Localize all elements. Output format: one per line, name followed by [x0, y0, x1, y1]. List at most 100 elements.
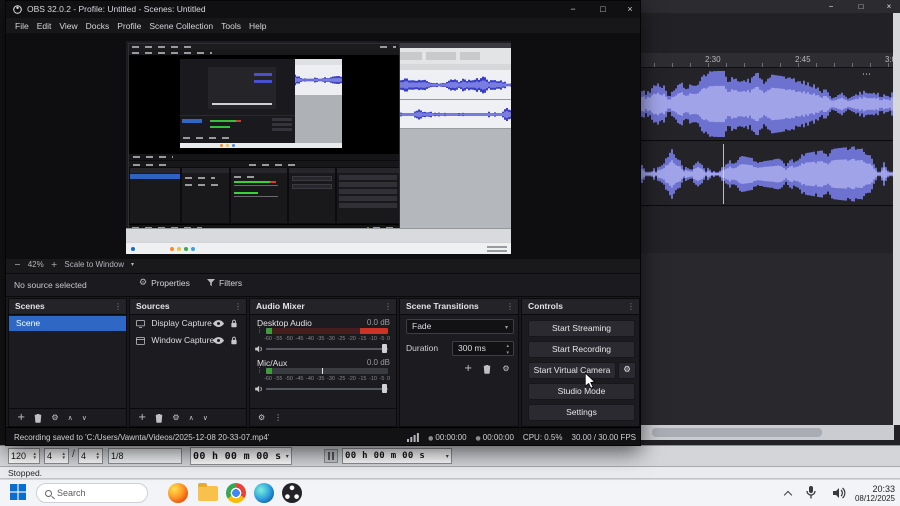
maximize-button[interactable]: □ — [591, 1, 615, 17]
audacity-maximize-button[interactable]: □ — [850, 1, 872, 12]
scenes-dock-header[interactable]: Scenes — [9, 299, 126, 315]
microphone-tray-icon[interactable] — [805, 486, 817, 500]
start-button-icon[interactable] — [10, 484, 26, 500]
timesig-lower-spinner[interactable]: ▲ ▼ — [94, 451, 100, 461]
file-explorer-icon[interactable] — [198, 483, 218, 501]
track-overflow-icon[interactable]: ⋯ — [862, 70, 872, 80]
timesig-lower-field[interactable]: 4 ▲ ▼ — [78, 448, 103, 464]
horizontal-scrollbar-thumb[interactable] — [652, 428, 822, 437]
add-transition-icon[interactable]: + — [464, 363, 472, 374]
menu-item[interactable]: Tools — [221, 21, 241, 31]
horizontal-scrollbar[interactable] — [600, 425, 894, 440]
snap-field[interactable]: 1/8 — [108, 448, 182, 464]
audio-track-1[interactable] — [600, 68, 893, 141]
audacity-timeline-ruler[interactable]: 2:15 2:30 2:45 3:00 — [600, 53, 900, 68]
filters-button[interactable]: Filters — [207, 278, 242, 288]
transition-properties-icon[interactable]: ⚙ — [502, 364, 509, 373]
time-display[interactable]: 00 h 00 m 00 s ▾ — [190, 447, 292, 465]
audacity-minimize-button[interactable]: − — [820, 1, 842, 12]
remove-scene-icon[interactable] — [34, 413, 42, 423]
eye-icon[interactable] — [213, 320, 224, 327]
speaker-mute-icon[interactable] — [255, 385, 264, 393]
speaker-mute-icon[interactable] — [255, 345, 264, 353]
menu-item[interactable]: File — [15, 21, 29, 31]
scale-mode-caret-icon[interactable]: ▾ — [131, 261, 134, 268]
add-source-icon[interactable]: + — [138, 412, 146, 423]
move-scene-down-icon[interactable]: ∨ — [82, 414, 87, 422]
timesig-upper-spinner[interactable]: ▲ ▼ — [60, 451, 66, 461]
source-properties-icon[interactable]: ⚙ — [172, 413, 179, 422]
studio-mode-button[interactable]: Studio Mode — [528, 383, 635, 400]
selection-time-display[interactable]: 00 h 00 m 00 s ▾ — [342, 448, 452, 464]
scenes-dock-menu-icon[interactable]: ⋮ — [114, 299, 122, 314]
menu-item[interactable]: Edit — [37, 21, 52, 31]
speaker-tray-icon[interactable] — [833, 487, 846, 499]
menu-item[interactable]: Scene Collection — [149, 21, 213, 31]
transitions-dock-menu-icon[interactable]: ⋮ — [506, 299, 514, 314]
remove-transition-icon[interactable] — [483, 364, 491, 374]
transitions-dock-header[interactable]: Scene Transitions — [400, 299, 518, 315]
menu-item[interactable]: Profile — [117, 21, 141, 31]
move-source-down-icon[interactable]: ∨ — [203, 414, 208, 422]
channel-menu-icon[interactable]: ⋮ — [256, 366, 263, 374]
mic-aux-volume-slider[interactable] — [266, 384, 388, 393]
timesig-upper-field[interactable]: 4 ▲ ▼ — [44, 448, 69, 464]
tempo-field[interactable]: 120 ▲ ▼ — [8, 448, 40, 464]
scene-filters-icon[interactable]: ⚙ — [51, 413, 58, 422]
transition-select[interactable]: Fade ▾ — [406, 319, 514, 334]
zoom-out-icon[interactable]: − — [14, 260, 21, 269]
source-list-item[interactable]: Window Capture — [130, 333, 246, 348]
source-list-item[interactable]: Display Capture — [130, 316, 246, 331]
sources-dock-header[interactable]: Sources — [130, 299, 246, 315]
scale-tick-label: -60 — [264, 376, 272, 382]
audio-track-2[interactable] — [600, 142, 893, 206]
move-scene-up-icon[interactable]: ∧ — [68, 414, 73, 422]
virtual-camera-config-button[interactable]: ⚙ — [618, 362, 636, 379]
remove-source-icon[interactable] — [155, 413, 163, 423]
channel-menu-icon[interactable]: ⋮ — [256, 326, 263, 334]
start-recording-button[interactable]: Start Recording — [528, 341, 635, 358]
close-button[interactable]: × — [618, 1, 642, 17]
audacity-close-button[interactable]: × — [878, 1, 900, 12]
zoom-in-icon[interactable]: + — [51, 260, 58, 269]
lock-icon[interactable] — [230, 319, 238, 328]
scale-mode-label[interactable]: Scale to Window — [64, 260, 124, 269]
eye-icon[interactable] — [213, 337, 224, 344]
slider-handle[interactable] — [382, 384, 387, 393]
menu-item[interactable]: Help — [249, 21, 266, 31]
add-scene-icon[interactable]: + — [17, 412, 25, 423]
slider-handle[interactable] — [382, 344, 387, 353]
spin-down-icon[interactable]: ▾ — [506, 347, 509, 360]
move-source-up-icon[interactable]: ∧ — [189, 414, 194, 422]
mixer-more-icon[interactable]: ⋮ — [274, 413, 282, 422]
selection-toolbar-icon[interactable] — [324, 449, 338, 463]
menu-item[interactable]: Docks — [86, 21, 110, 31]
settings-button[interactable]: Settings — [528, 404, 635, 421]
selection-time-caret-icon[interactable]: ▾ — [444, 453, 449, 460]
lock-icon[interactable] — [230, 336, 238, 345]
duration-spinbox[interactable]: 300 ms ▴ ▾ — [452, 341, 514, 356]
firefox-icon[interactable] — [168, 483, 188, 503]
taskbar-search[interactable]: Search — [36, 483, 148, 503]
tempo-spinner[interactable]: ▲ ▼ — [31, 451, 37, 461]
desktop-audio-volume-slider[interactable] — [266, 344, 388, 353]
mixer-dock-menu-icon[interactable]: ⋮ — [384, 299, 392, 314]
menu-item[interactable]: View — [59, 21, 77, 31]
properties-button[interactable]: ⚙ Properties — [139, 278, 190, 288]
mixer-settings-icon[interactable]: ⚙ — [258, 413, 265, 422]
edge-icon[interactable] — [254, 483, 274, 503]
start-streaming-button[interactable]: Start Streaming — [528, 320, 635, 337]
minimize-button[interactable]: − — [561, 1, 585, 17]
time-display-caret-icon[interactable]: ▾ — [284, 453, 289, 460]
tray-clock[interactable]: 20:33 08/12/2025 — [855, 484, 895, 504]
filters-label: Filters — [219, 278, 243, 288]
vertical-scrollbar[interactable] — [893, 13, 900, 425]
obs-taskbar-icon[interactable] — [282, 483, 302, 503]
controls-dock-menu-icon[interactable]: ⋮ — [627, 299, 635, 314]
chrome-icon[interactable] — [226, 483, 246, 503]
start-virtual-camera-button[interactable]: Start Virtual Camera — [528, 362, 616, 379]
scene-list-item[interactable]: Scene — [9, 316, 126, 331]
controls-dock-header[interactable]: Controls — [522, 299, 639, 315]
sources-dock-menu-icon[interactable]: ⋮ — [234, 299, 242, 314]
mixer-dock-header[interactable]: Audio Mixer — [250, 299, 396, 315]
